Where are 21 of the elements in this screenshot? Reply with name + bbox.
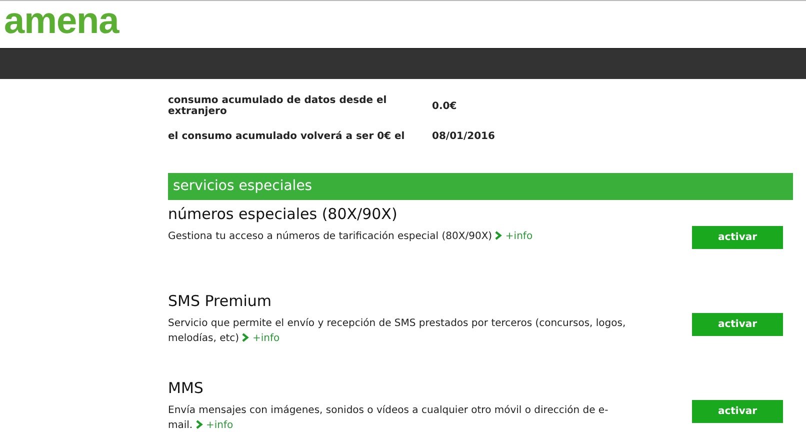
activate-button[interactable]: activar bbox=[692, 313, 783, 336]
chevron-icon bbox=[196, 420, 203, 429]
service-title: números especiales (80X/90X) bbox=[168, 205, 398, 223]
service-description: Servicio que permite el envío y recepción de SMS prestados por terceros (concursos, logos, melodías, etc) +info bbox=[168, 317, 627, 346]
activate-button[interactable]: activar bbox=[692, 400, 783, 423]
summary-label: consumo acumulado de datos desde el extranjero bbox=[168, 95, 388, 117]
info-link[interactable]: +info bbox=[196, 420, 234, 431]
brand-logo[interactable]: amena bbox=[4, 1, 119, 41]
summary-value: 0.0€ bbox=[432, 100, 457, 112]
service-description: Envía mensajes con imágenes, sonidos o vídeos a cualquier otro móvil o dirección de e-mail. +info bbox=[168, 404, 610, 432]
info-link[interactable]: +info bbox=[242, 333, 280, 344]
summary-label: el consumo acumulado volverá a ser 0€ el bbox=[168, 130, 406, 142]
service-title: MMS bbox=[168, 379, 204, 397]
info-link[interactable]: +info bbox=[495, 231, 533, 242]
section-header: servicios especiales bbox=[168, 173, 793, 200]
summary-value: 08/01/2016 bbox=[432, 130, 495, 142]
service-title: SMS Premium bbox=[168, 292, 272, 310]
chevron-icon bbox=[242, 333, 250, 342]
service-description: Gestiona tu acceso a números de tarificación especial (80X/90X) +info bbox=[168, 230, 534, 244]
activate-button[interactable]: activar bbox=[692, 226, 783, 249]
chevron-icon bbox=[495, 231, 502, 240]
